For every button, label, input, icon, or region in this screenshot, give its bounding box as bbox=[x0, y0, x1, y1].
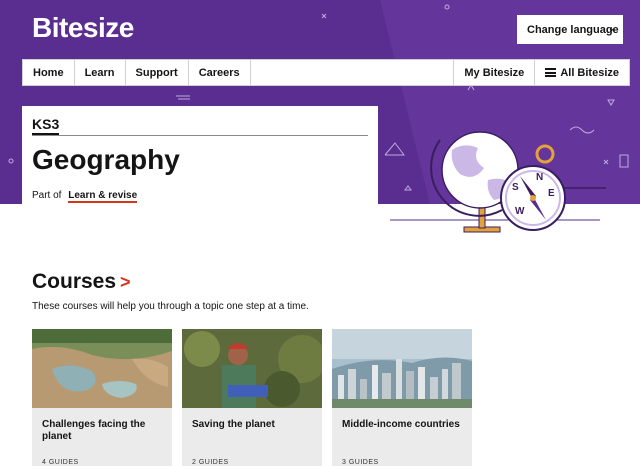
bitesize-logo[interactable]: Bitesize bbox=[32, 12, 134, 44]
svg-text:E: E bbox=[548, 188, 555, 199]
course-card-meta: 3 GUIDES bbox=[342, 459, 379, 466]
course-card-title: Middle-income countries bbox=[342, 419, 460, 430]
chevron-down-icon: ⌄ bbox=[608, 24, 615, 33]
course-card-meta: 2 GUIDES bbox=[192, 459, 229, 466]
courses-heading-label: Courses bbox=[32, 270, 117, 293]
nav-item-careers[interactable]: Careers bbox=[189, 60, 251, 85]
nav-item-home[interactable]: Home bbox=[23, 60, 75, 85]
stage-label[interactable]: KS3 bbox=[32, 116, 60, 135]
course-card-title: Saving the planet bbox=[192, 419, 275, 430]
subject-title-card: KS3 Geography Part of Learn & revise bbox=[22, 106, 378, 204]
svg-text:S: S bbox=[512, 182, 519, 193]
course-card[interactable]: Saving the planet 2 GUIDES bbox=[182, 329, 322, 466]
part-of-prefix: Part of bbox=[32, 190, 62, 201]
globe-compass-illustration: N E S W bbox=[390, 131, 606, 233]
part-of-breadcrumb: Part of Learn & revise bbox=[32, 190, 138, 203]
all-bitesize-label: All Bitesize bbox=[560, 66, 619, 79]
nav-item-all-bitesize[interactable]: All Bitesize bbox=[535, 60, 629, 85]
nav-item-support[interactable]: Support bbox=[126, 60, 189, 85]
course-image bbox=[182, 329, 322, 408]
nav-item-my-bitesize[interactable]: My Bitesize bbox=[454, 60, 536, 85]
course-card-title: Challenges facing the planet bbox=[42, 419, 146, 442]
title-divider bbox=[32, 135, 368, 136]
courses-heading[interactable]: Courses > bbox=[32, 270, 131, 294]
change-language-label: Change language bbox=[527, 23, 619, 36]
course-image bbox=[32, 329, 172, 408]
courses-description: These courses will help you through a to… bbox=[32, 301, 309, 312]
menu-icon bbox=[545, 68, 557, 77]
course-card-meta: 4 GUIDES bbox=[42, 459, 79, 466]
chevron-right-icon: > bbox=[120, 272, 131, 292]
nav-spacer bbox=[251, 60, 455, 85]
svg-text:W: W bbox=[515, 206, 525, 217]
course-image bbox=[332, 329, 472, 408]
main-navigation: Home Learn Support Careers My Bitesize A… bbox=[22, 59, 630, 86]
page-title: Geography bbox=[32, 144, 180, 175]
change-language-button[interactable]: Change language ⌄ bbox=[517, 15, 623, 44]
learn-revise-link[interactable]: Learn & revise bbox=[68, 190, 138, 203]
course-card[interactable]: Middle-income countries 3 GUIDES bbox=[332, 329, 472, 466]
svg-text:N: N bbox=[536, 172, 543, 183]
course-card[interactable]: Challenges facing the planet 4 GUIDES bbox=[32, 329, 172, 466]
nav-item-learn[interactable]: Learn bbox=[75, 60, 126, 85]
